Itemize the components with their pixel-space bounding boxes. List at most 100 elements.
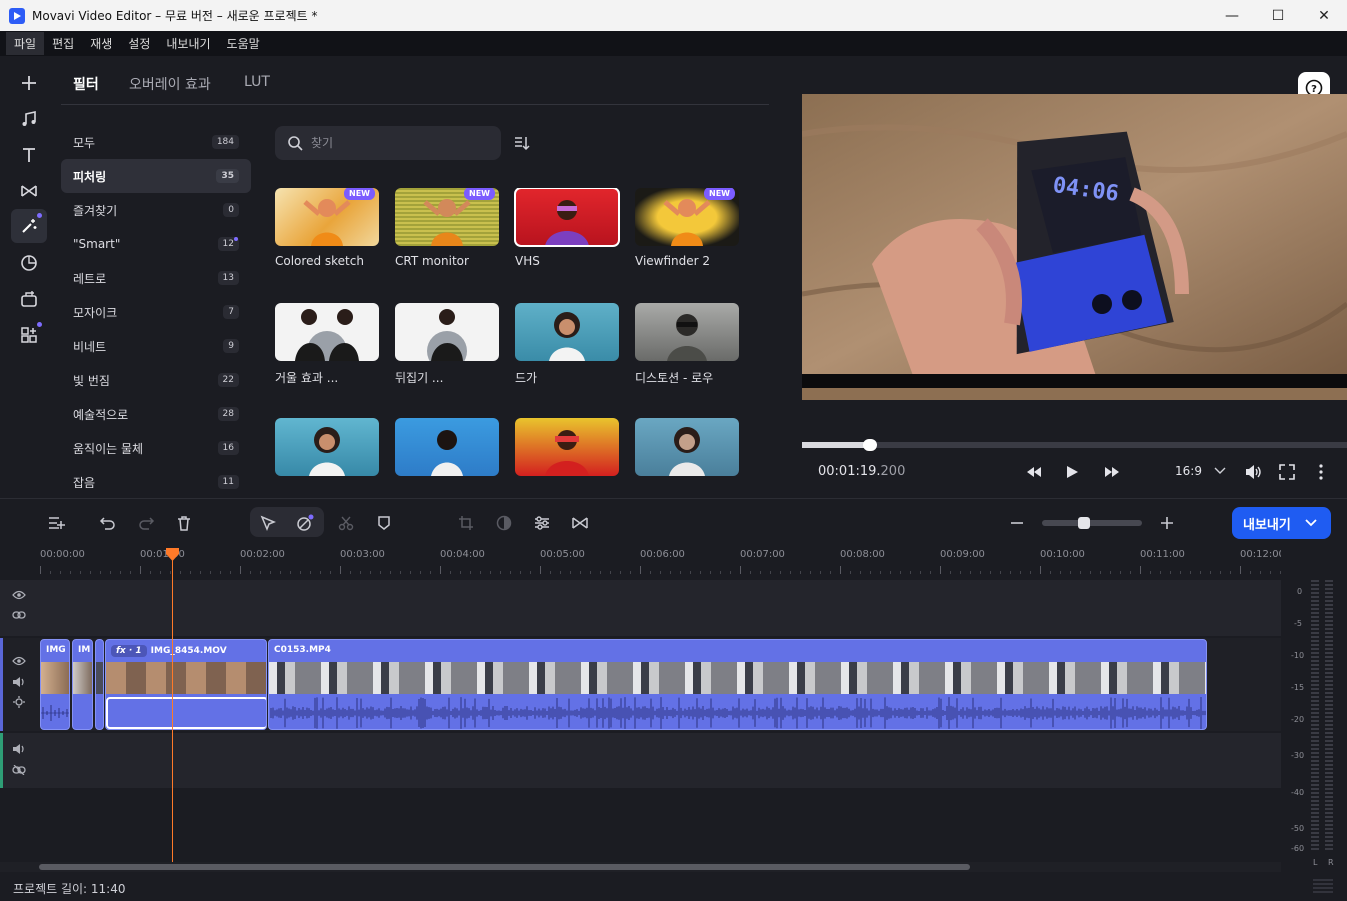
marker-button[interactable] bbox=[373, 513, 395, 533]
search-box[interactable] bbox=[275, 126, 501, 160]
volume-icon[interactable] bbox=[12, 676, 26, 688]
effect-card[interactable]: NEW Viewfinder 2 bbox=[635, 188, 739, 268]
effect-card[interactable]: NEW CRT monitor bbox=[395, 188, 499, 268]
effect-card[interactable]: VHS bbox=[514, 188, 620, 268]
split-button[interactable] bbox=[335, 513, 357, 533]
close-button[interactable]: ✕ bbox=[1301, 0, 1347, 31]
category-retro[interactable]: 레트로 13 bbox=[61, 261, 251, 295]
color-adjust-button[interactable] bbox=[493, 513, 515, 533]
category-favorites[interactable]: 즐겨찾기 0 bbox=[61, 193, 251, 227]
add-track-button[interactable] bbox=[45, 513, 67, 533]
menu-file[interactable]: 파일 bbox=[6, 32, 45, 55]
category-vignette[interactable]: 비네트 9 bbox=[61, 329, 251, 363]
timeline-scrollbar[interactable] bbox=[39, 864, 970, 870]
video-preview[interactable]: 04:06 bbox=[802, 94, 1347, 400]
playback-scrubber[interactable] bbox=[802, 439, 1347, 451]
effect-card[interactable]: NEW Colored sketch bbox=[275, 188, 379, 268]
unlink-icon[interactable] bbox=[12, 765, 26, 775]
zoom-slider-handle[interactable] bbox=[1078, 517, 1090, 529]
category-all[interactable]: 모두 184 bbox=[61, 125, 251, 159]
effects-button[interactable] bbox=[11, 209, 47, 243]
zoom-out-button[interactable] bbox=[1006, 513, 1028, 533]
volume-button[interactable] bbox=[1241, 462, 1265, 482]
crop-button[interactable] bbox=[455, 513, 477, 533]
eye-icon[interactable] bbox=[12, 590, 26, 600]
tab-overlays[interactable]: 오버레이 효과 bbox=[129, 74, 211, 94]
track-settings-icon[interactable] bbox=[12, 696, 26, 708]
delete-button[interactable] bbox=[173, 513, 195, 533]
scrubber-handle[interactable] bbox=[862, 439, 877, 451]
minimize-button[interactable]: — bbox=[1209, 0, 1255, 31]
audio-selection[interactable] bbox=[106, 697, 266, 729]
video-clip[interactable]: IMG bbox=[40, 639, 70, 730]
transitions-button[interactable] bbox=[11, 174, 47, 208]
fullscreen-button[interactable] bbox=[1275, 462, 1299, 482]
effect-card[interactable] bbox=[515, 418, 619, 484]
meter-channel-left: L bbox=[1313, 858, 1318, 867]
video-clip[interactable]: C0153.MP4 bbox=[268, 639, 1207, 730]
category-noise[interactable]: 잡음 11 bbox=[61, 465, 251, 499]
effect-card[interactable]: 거울 효과 ... bbox=[275, 303, 379, 386]
effect-card[interactable] bbox=[635, 418, 739, 484]
effect-card[interactable]: 디스토션 - 로우 bbox=[635, 303, 739, 386]
rewind-button[interactable] bbox=[1022, 462, 1046, 482]
menu-help[interactable]: 도움말 bbox=[219, 32, 268, 55]
search-input[interactable] bbox=[311, 136, 491, 150]
aspect-ratio-select[interactable]: 16:9 bbox=[1175, 464, 1226, 478]
video-clip[interactable] bbox=[95, 639, 104, 730]
clip-properties-button[interactable] bbox=[531, 513, 553, 533]
category-smart[interactable]: "Smart" 12 bbox=[61, 227, 251, 261]
overlay-track[interactable] bbox=[0, 580, 1281, 636]
category-mosaic[interactable]: 모자이크 7 bbox=[61, 295, 251, 329]
volume-icon[interactable] bbox=[12, 743, 26, 755]
ruler-tick bbox=[140, 566, 141, 574]
tab-lut[interactable]: LUT bbox=[244, 74, 270, 90]
menu-export[interactable]: 내보내기 bbox=[158, 32, 218, 55]
effect-label: Viewfinder 2 bbox=[635, 254, 711, 268]
category-featured[interactable]: 피처링 35 bbox=[61, 159, 251, 193]
ruler-tick bbox=[650, 571, 651, 574]
audio-track[interactable] bbox=[0, 733, 1281, 788]
category-light-leaks[interactable]: 빛 번짐 22 bbox=[61, 363, 251, 397]
add-media-button[interactable] bbox=[11, 66, 47, 100]
effect-card[interactable] bbox=[275, 418, 379, 484]
menu-playback[interactable]: 재생 bbox=[82, 32, 120, 55]
maximize-button[interactable]: ☐ bbox=[1255, 0, 1301, 31]
sort-button[interactable] bbox=[512, 134, 530, 155]
text-button[interactable] bbox=[11, 138, 47, 172]
menu-edit[interactable]: 편집 bbox=[44, 32, 82, 55]
music-button[interactable] bbox=[11, 102, 47, 136]
more-tools-button[interactable] bbox=[11, 282, 47, 316]
ruler-tick bbox=[620, 571, 621, 574]
stickers-button[interactable] bbox=[11, 246, 47, 280]
transition-wizard-button[interactable] bbox=[569, 513, 591, 533]
apps-button[interactable] bbox=[11, 318, 47, 352]
effect-card[interactable]: 뒤집기 ... bbox=[395, 303, 499, 386]
export-button[interactable]: 내보내기 bbox=[1232, 507, 1331, 539]
redo-button[interactable] bbox=[135, 513, 157, 533]
category-artistic[interactable]: 예술적으로 28 bbox=[61, 397, 251, 431]
ruler-tick bbox=[300, 571, 301, 574]
effect-card[interactable]: 드가 bbox=[515, 303, 619, 386]
zoom-in-button[interactable] bbox=[1156, 513, 1178, 533]
timeline-ruler[interactable]: 00:00:00 00:01:00 00:02:00 00:03:00 00:0… bbox=[0, 544, 1347, 580]
playhead-handle[interactable] bbox=[166, 548, 179, 561]
fast-forward-button[interactable] bbox=[1100, 462, 1124, 482]
more-options-button[interactable] bbox=[1309, 462, 1333, 482]
category-moving-objects[interactable]: 움직이는 물체 16 bbox=[61, 431, 251, 465]
tab-filters[interactable]: 필터 bbox=[73, 74, 99, 94]
link-icon[interactable] bbox=[12, 610, 26, 620]
select-tool-button[interactable] bbox=[257, 513, 279, 533]
video-clip-selected[interactable]: fx · 1 IMG_8454.MOV bbox=[105, 639, 267, 730]
video-clip[interactable]: IM bbox=[72, 639, 93, 730]
ruler-tick bbox=[130, 571, 131, 574]
person-image bbox=[431, 430, 463, 476]
play-button[interactable] bbox=[1060, 462, 1084, 482]
ruler-tick bbox=[310, 571, 311, 574]
eye-icon[interactable] bbox=[12, 656, 26, 666]
menu-settings[interactable]: 설정 bbox=[120, 32, 158, 55]
effect-card[interactable] bbox=[395, 418, 499, 484]
undo-button[interactable] bbox=[97, 513, 119, 533]
zoom-slider[interactable] bbox=[1042, 517, 1142, 529]
magic-select-button[interactable] bbox=[294, 513, 316, 533]
